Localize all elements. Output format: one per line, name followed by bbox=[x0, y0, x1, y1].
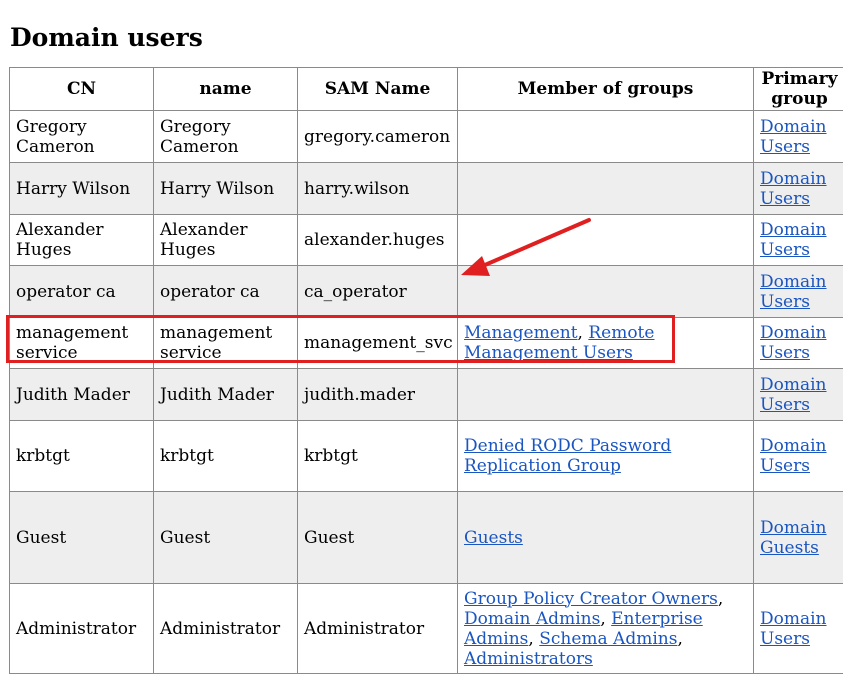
cell-name: Alexander Huges bbox=[154, 215, 298, 266]
cell-primary-group: Domain Users bbox=[754, 266, 843, 318]
table-row: krbtgtkrbtgtkrbtgtDenied RODC Password R… bbox=[10, 421, 843, 492]
cell-primary-group: Domain Guests bbox=[754, 492, 843, 584]
group-link[interactable]: Guests bbox=[464, 528, 523, 548]
cell-member-of-groups bbox=[458, 369, 754, 421]
cell-sam-name: krbtgt bbox=[298, 421, 458, 492]
table-row: GuestGuestGuestGuestsDomain Guests bbox=[10, 492, 843, 584]
primary-group-link[interactable]: Domain Users bbox=[760, 272, 827, 312]
cell-primary-group: Domain Users bbox=[754, 369, 843, 421]
table-header-row: CN name SAM Name Member of groups Primar… bbox=[10, 68, 843, 111]
cell-member-of-groups bbox=[458, 215, 754, 266]
cell-primary-group: Domain Users bbox=[754, 584, 843, 674]
table-row: Alexander HugesAlexander Hugesalexander.… bbox=[10, 215, 843, 266]
group-link[interactable]: Administrators bbox=[464, 649, 593, 669]
primary-group-link[interactable]: Domain Users bbox=[760, 323, 827, 363]
column-header-cn: CN bbox=[10, 68, 154, 111]
highlight-box bbox=[6, 315, 675, 363]
primary-group-link[interactable]: Domain Guests bbox=[760, 518, 827, 558]
cell-cn: krbtgt bbox=[10, 421, 154, 492]
cell-member-of-groups bbox=[458, 111, 754, 163]
group-link[interactable]: Domain Admins bbox=[464, 609, 600, 629]
cell-sam-name: gregory.cameron bbox=[298, 111, 458, 163]
cell-member-of-groups: Denied RODC Password Replication Group bbox=[458, 421, 754, 492]
column-header-primary-group: Primary group bbox=[754, 68, 843, 111]
column-header-sam-name: SAM Name bbox=[298, 68, 458, 111]
table-row: operator caoperator caca_operatorDomain … bbox=[10, 266, 843, 318]
cell-sam-name: Guest bbox=[298, 492, 458, 584]
cell-primary-group: Domain Users bbox=[754, 318, 843, 369]
cell-primary-group: Domain Users bbox=[754, 163, 843, 215]
cell-sam-name: judith.mader bbox=[298, 369, 458, 421]
cell-sam-name: alexander.huges bbox=[298, 215, 458, 266]
cell-cn: operator ca bbox=[10, 266, 154, 318]
cell-primary-group: Domain Users bbox=[754, 421, 843, 492]
cell-cn: Alexander Huges bbox=[10, 215, 154, 266]
cell-member-of-groups bbox=[458, 266, 754, 318]
primary-group-link[interactable]: Domain Users bbox=[760, 117, 827, 157]
cell-cn: Guest bbox=[10, 492, 154, 584]
cell-cn: Gregory Cameron bbox=[10, 111, 154, 163]
cell-name: Gregory Cameron bbox=[154, 111, 298, 163]
primary-group-link[interactable]: Domain Users bbox=[760, 609, 827, 649]
column-header-name: name bbox=[154, 68, 298, 111]
cell-member-of-groups bbox=[458, 163, 754, 215]
group-separator: , bbox=[600, 609, 611, 629]
cell-primary-group: Domain Users bbox=[754, 111, 843, 163]
cell-member-of-groups: Guests bbox=[458, 492, 754, 584]
cell-cn: Harry Wilson bbox=[10, 163, 154, 215]
primary-group-link[interactable]: Domain Users bbox=[760, 375, 827, 415]
group-separator: , bbox=[528, 629, 539, 649]
cell-name: Administrator bbox=[154, 584, 298, 674]
cell-primary-group: Domain Users bbox=[754, 215, 843, 266]
group-separator: , bbox=[677, 629, 682, 649]
cell-name: Harry Wilson bbox=[154, 163, 298, 215]
page-title: Domain users bbox=[10, 21, 203, 55]
group-separator: , bbox=[718, 589, 723, 609]
primary-group-link[interactable]: Domain Users bbox=[760, 169, 827, 209]
table-row: AdministratorAdministratorAdministratorG… bbox=[10, 584, 843, 674]
column-header-member-of-groups: Member of groups bbox=[458, 68, 754, 111]
cell-cn: Judith Mader bbox=[10, 369, 154, 421]
group-link[interactable]: Schema Admins bbox=[539, 629, 677, 649]
cell-member-of-groups: Group Policy Creator Owners, Domain Admi… bbox=[458, 584, 754, 674]
cell-name: Guest bbox=[154, 492, 298, 584]
cell-cn: Administrator bbox=[10, 584, 154, 674]
cell-sam-name: harry.wilson bbox=[298, 163, 458, 215]
group-link[interactable]: Group Policy Creator Owners bbox=[464, 589, 718, 609]
cell-sam-name: Administrator bbox=[298, 584, 458, 674]
primary-group-link[interactable]: Domain Users bbox=[760, 220, 827, 260]
group-link[interactable]: Denied RODC Password Replication Group bbox=[464, 436, 671, 476]
table-row: Gregory CameronGregory Camerongregory.ca… bbox=[10, 111, 843, 163]
domain-users-table: CN name SAM Name Member of groups Primar… bbox=[9, 67, 843, 674]
primary-group-link[interactable]: Domain Users bbox=[760, 436, 827, 476]
cell-name: Judith Mader bbox=[154, 369, 298, 421]
cell-name: krbtgt bbox=[154, 421, 298, 492]
cell-name: operator ca bbox=[154, 266, 298, 318]
table-row: Harry WilsonHarry Wilsonharry.wilsonDoma… bbox=[10, 163, 843, 215]
cell-sam-name: ca_operator bbox=[298, 266, 458, 318]
table-row: Judith MaderJudith Maderjudith.maderDoma… bbox=[10, 369, 843, 421]
